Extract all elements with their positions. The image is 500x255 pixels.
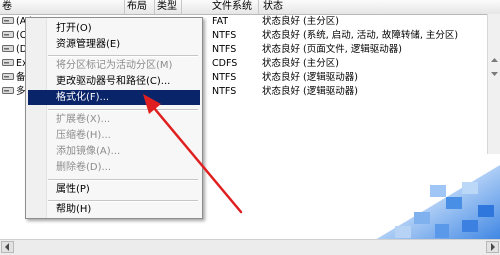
vertical-scrollbar[interactable] (487, 14, 500, 154)
scroll-left-button[interactable] (1, 241, 14, 253)
header-layout[interactable]: 布局 (125, 0, 155, 14)
menu-separator (48, 55, 198, 57)
menu-item-label: 删除卷(D)... (56, 162, 112, 173)
desktop-background-mosaic (375, 165, 500, 240)
menu-item-label: 打开(O) (56, 23, 92, 34)
menu-item-label: 更改驱动器号和路径(C)... (56, 76, 171, 87)
scroll-down-arrow-icon[interactable] (491, 72, 498, 76)
volume-status: 状态良好 (系统, 启动, 活动, 故障转储, 主分区) (262, 30, 459, 41)
scroll-right-button[interactable] (486, 241, 499, 253)
header-volume[interactable]: 卷 (0, 0, 125, 14)
menu-item-open[interactable]: 打开(O) (28, 21, 200, 36)
volume-filesystem: NTFS (212, 30, 237, 41)
scroll-right-arrow-icon (491, 243, 495, 251)
menu-item-label: 将分区标记为活动分区(M) (56, 60, 173, 71)
menu-item-label: 格式化(F)... (56, 92, 110, 103)
volume-filesystem: NTFS (212, 72, 237, 83)
column-header: 卷 布局 类型 文件系统 状态 (0, 0, 500, 15)
drive-icon (2, 31, 14, 39)
drive-icon (2, 59, 14, 67)
menu-item-label: 添加镜像(A)... (56, 146, 121, 157)
menu-item-mark-active: 将分区标记为活动分区(M) (28, 58, 200, 73)
header-status[interactable]: 状态 (259, 0, 500, 14)
volume-filesystem: NTFS (212, 44, 237, 55)
volume-status: 状态良好 (主分区) (262, 16, 339, 27)
horizontal-scrollbar[interactable] (0, 239, 500, 255)
drive-icon (2, 17, 14, 25)
menu-item-label: 资源管理器(E) (56, 39, 121, 50)
volume-filesystem: FAT (212, 16, 229, 27)
menu-item-label: 压缩卷(H)... (56, 130, 111, 141)
menu-item-label: 属性(P) (56, 184, 90, 195)
volume-filesystem: CDFS (212, 58, 238, 69)
menu-item-explore[interactable]: 资源管理器(E) (28, 37, 200, 52)
drive-icon (2, 87, 14, 95)
drive-icon (2, 73, 14, 81)
menu-item-label: 扩展卷(X)... (56, 114, 111, 125)
menu-item-change-drive-letter[interactable]: 更改驱动器号和路径(C)... (28, 74, 200, 89)
volume-status: 状态良好 (逻辑驱动器) (262, 86, 358, 97)
scroll-up-arrow-icon[interactable] (491, 58, 498, 62)
volume-status: 状态良好 (主分区) (262, 58, 339, 69)
volume-status: 状态良好 (逻辑驱动器) (262, 72, 358, 83)
header-type[interactable]: 类型 (155, 0, 182, 14)
header-filesystem[interactable]: 文件系统 (182, 0, 259, 14)
menu-item-label: 帮助(H) (56, 204, 92, 215)
scroll-left-arrow-icon (5, 243, 9, 251)
drive-icon (2, 45, 14, 53)
red-annotation-arrow-icon (143, 94, 243, 214)
volume-status: 状态良好 (页面文件, 逻辑驱动器) (262, 44, 402, 55)
